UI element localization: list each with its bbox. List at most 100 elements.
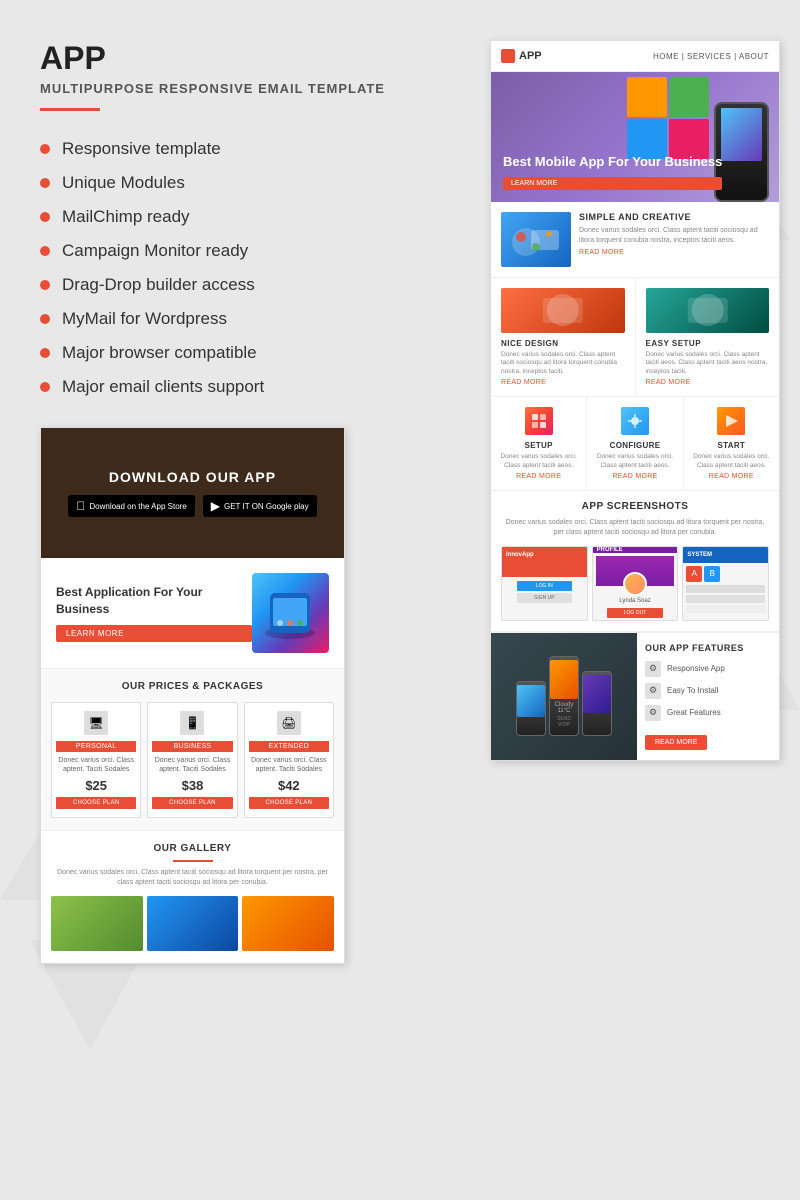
pricing-cards: 🖥 PERSONAL Donec varius orci. Class apte…: [51, 702, 334, 818]
configure-desc: Donec varius sodales orci. Class aptent …: [595, 453, 674, 470]
list-item: Campaign Monitor ready: [40, 241, 420, 261]
bullet-icon: [40, 314, 50, 324]
start-icon: [717, 407, 745, 435]
setup-icon: [525, 407, 553, 435]
logo: APP: [501, 49, 542, 63]
list-item: Responsive template: [40, 139, 420, 159]
feature-item-responsive: ⚙ Responsive App: [645, 661, 771, 677]
configure-read-more[interactable]: READ MORE: [595, 473, 674, 480]
choose-plan-button[interactable]: CHOOSE PLAN: [152, 797, 232, 809]
features-list: Responsive template Unique Modules MailC…: [40, 139, 420, 397]
read-more-button[interactable]: READ MORE: [645, 735, 707, 750]
download-section: DOWNLOAD OUR APP  Download on the App S…: [41, 428, 344, 558]
signup-btn[interactable]: SIGN UP: [517, 593, 572, 603]
collage-cell-2: [669, 77, 709, 117]
screenshot-1-body: LOG IN SIGN UP: [502, 563, 587, 620]
nice-design-read-more[interactable]: READ MORE: [501, 379, 625, 386]
apple-icon: : [76, 499, 85, 513]
screenshots-row: InnovApp LOG IN SIGN UP PROFILE: [501, 546, 769, 621]
choose-plan-button[interactable]: CHOOSE PLAN: [249, 797, 329, 809]
collage-cell-1: [627, 77, 667, 117]
bullet-icon: [40, 246, 50, 256]
app-promo-title: Best Application For Your Business: [56, 584, 252, 618]
screenshots-section: APP SCREENSHOTS Donec varius sodales orc…: [491, 491, 779, 632]
learn-more-button[interactable]: LEARN MORE: [56, 625, 252, 642]
responsive-icon: ⚙: [645, 661, 661, 677]
col-easy-setup: EASY SETUP Donec varius sodales orci. Cl…: [636, 278, 780, 396]
bullet-icon: [40, 178, 50, 188]
read-more-1[interactable]: READ MORE: [579, 249, 769, 256]
screenshots-title: APP SCREENSHOTS: [501, 501, 769, 512]
hero-button[interactable]: LEARN MORE: [503, 177, 722, 190]
plan-price: $25: [56, 778, 136, 793]
plan-icon: 🖨: [277, 711, 301, 735]
gallery-images: [51, 896, 334, 951]
plan-price: $42: [249, 778, 329, 793]
phone-group: Cloudy 11°C SEND VOIP: [516, 656, 612, 736]
screenshot-3: SYSTEM A B: [682, 546, 769, 621]
download-title: DOWNLOAD OUR APP: [109, 469, 276, 485]
system-icons: A B: [686, 566, 765, 582]
nav-links: HOME | SERVICES | ABOUT: [653, 52, 769, 61]
setup-title: SETUP: [499, 441, 578, 450]
features-text: Great Features: [667, 708, 721, 717]
gallery-image-2: [147, 896, 239, 951]
gallery-section: OUR GALLERY Donec varius sodales orci. C…: [41, 830, 344, 963]
hero-title: Best Mobile App For Your Business: [503, 154, 722, 171]
hero-collage: [627, 77, 709, 159]
appstore-button[interactable]:  Download on the App Store: [68, 495, 194, 517]
plan-name: PERSONAL: [56, 741, 136, 752]
profile-bg: [596, 556, 675, 586]
list-item: MailChimp ready: [40, 207, 420, 227]
plan-icon: 📱: [180, 711, 204, 735]
feature-row-1: SIMPLE AND CREATIVE Donec varius sodales…: [491, 202, 779, 278]
profile-name: Lynda Soaz: [596, 598, 675, 604]
easy-setup-read-more[interactable]: READ MORE: [646, 379, 770, 386]
appstore-label: Download on the App Store: [89, 502, 186, 511]
three-col-section: SETUP Donec varius sodales orci. Class a…: [491, 397, 779, 491]
page-title: APP: [40, 40, 420, 77]
col-start: START Donec varius sodales orci. Class a…: [684, 397, 779, 490]
setup-read-more[interactable]: READ MORE: [499, 473, 578, 480]
googleplay-button[interactable]: ▶ GET IT ON Google play: [203, 495, 317, 517]
feature-desc-1: Donec varius sodales orci. Class aptent …: [579, 226, 769, 246]
gallery-image-1: [51, 896, 143, 951]
hero-text: Best Mobile App For Your Business LEARN …: [503, 154, 722, 190]
app-promo-section: Best Application For Your Business LEARN…: [41, 558, 344, 668]
login-btn[interactable]: LOG IN: [517, 581, 572, 591]
pricing-title: OUR PRICES & PACKAGES: [51, 681, 334, 692]
store-buttons:  Download on the App Store ▶ GET IT ON …: [68, 495, 316, 517]
collage-cell-4: [669, 119, 709, 159]
screenshot-1: InnovApp LOG IN SIGN UP: [501, 546, 588, 621]
feature-content-1: SIMPLE AND CREATIVE Donec varius sodales…: [579, 212, 769, 256]
easy-setup-image: [646, 288, 770, 333]
easy-setup-desc: Donec varius sodales orci. Class aptent …: [646, 351, 770, 376]
choose-plan-button[interactable]: CHOOSE PLAN: [56, 797, 136, 809]
gallery-title: OUR GALLERY: [51, 843, 334, 854]
two-col-features: NICE DESIGN Donec varius sodales orci. C…: [491, 278, 779, 397]
gallery-desc: Donec varius sodales orci. Class aptent …: [51, 868, 334, 888]
price-card-personal: 🖥 PERSONAL Donec varius orci. Class apte…: [51, 702, 141, 818]
setup-desc: Donec varius sodales orci. Class aptent …: [499, 453, 578, 470]
screenshot-1-header: InnovApp: [502, 547, 587, 563]
easy-setup-title: EASY SETUP: [646, 339, 770, 348]
system-icon-2: B: [704, 566, 720, 582]
logout-btn[interactable]: LOG OUT: [607, 608, 662, 618]
play-icon: ▶: [211, 499, 220, 513]
plan-desc: Donec varius orci. Class aptent. Taciti …: [152, 756, 232, 774]
system-icon-1: A: [686, 566, 702, 582]
list-item: Unique Modules: [40, 173, 420, 193]
start-read-more[interactable]: READ MORE: [692, 473, 771, 480]
screenshot-2-body: Lynda Soaz LOG OUT: [593, 553, 678, 621]
plan-price: $38: [152, 778, 232, 793]
right-preview: APP HOME | SERVICES | ABOUT Best Mobile …: [490, 40, 780, 761]
features-right: OUR APP FEATURES ⚙ Responsive App ⚙ Easy…: [637, 633, 779, 760]
price-card-extended: 🖨 EXTENDED Donec varius orci. Class apte…: [244, 702, 334, 818]
app-features-section: Cloudy 11°C SEND VOIP OUR APP FEATURES ⚙…: [491, 632, 779, 760]
start-desc: Donec varius sodales orci. Class aptent …: [692, 453, 771, 470]
feature-item-features: ⚙ Great Features: [645, 705, 771, 721]
list-item: Major email clients support: [40, 377, 420, 397]
responsive-text: Responsive App: [667, 664, 725, 673]
plan-name: BUSINESS: [152, 741, 232, 752]
bullet-icon: [40, 348, 50, 358]
